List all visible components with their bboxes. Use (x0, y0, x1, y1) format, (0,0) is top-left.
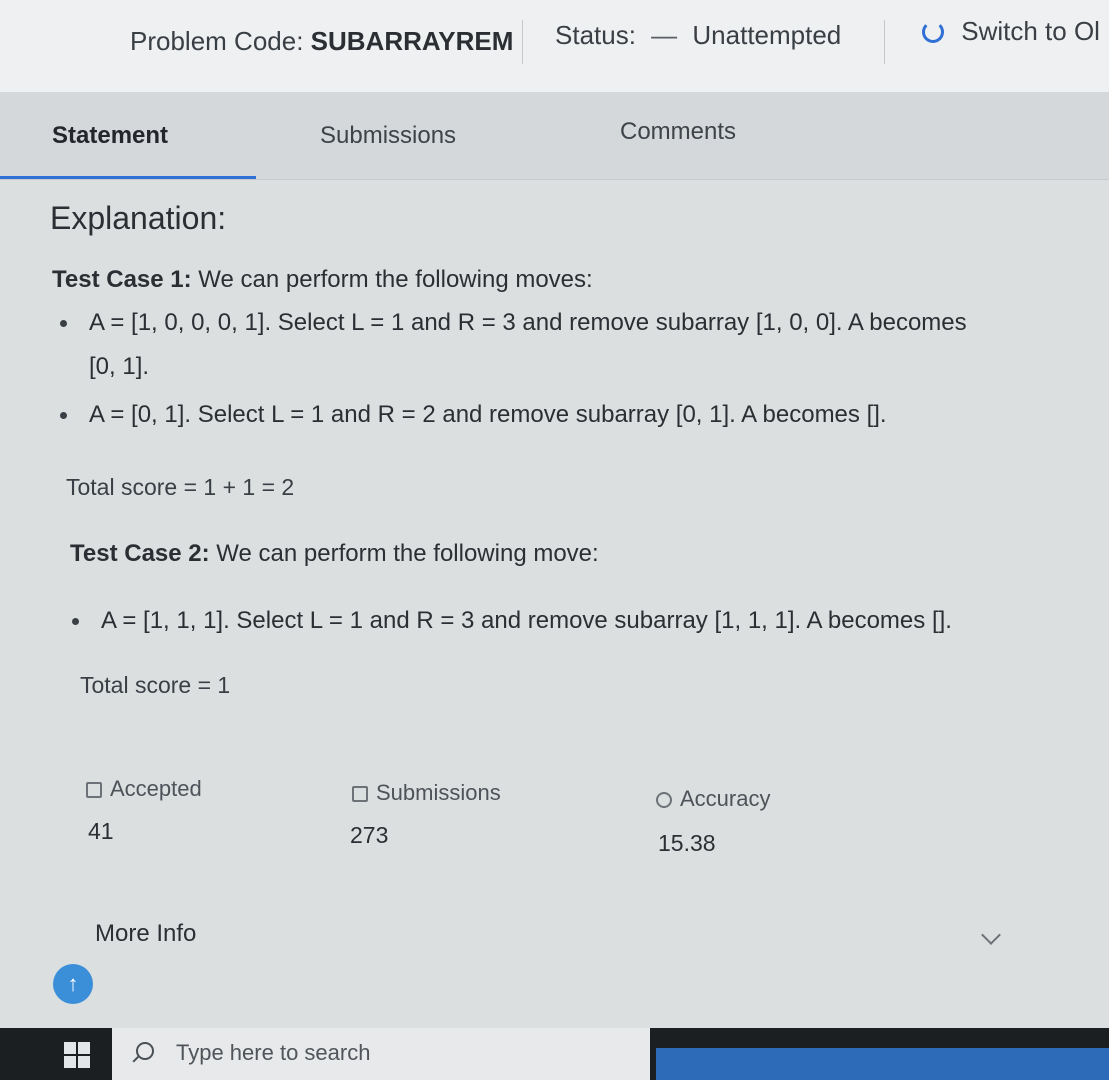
problem-header: Problem Code: SUBARRAYREM Status: — Unat… (0, 0, 1109, 92)
tab-submissions[interactable]: Submissions (320, 122, 456, 150)
accepted-count: 41 (88, 818, 114, 844)
accuracy-label: Accuracy (656, 786, 770, 812)
arrow-up-icon[interactable]: ↑ (53, 964, 93, 1004)
submissions-icon (352, 786, 368, 802)
problem-statement: Explanation: Test Case 1: We can perform… (0, 180, 1109, 1020)
taskbar-apps (656, 1048, 1109, 1080)
search-icon (136, 1042, 154, 1060)
accepted-label-text: Accepted (110, 776, 202, 801)
accepted-label: Accepted (86, 776, 202, 802)
bullet-icon (60, 320, 67, 328)
more-info-toggle[interactable]: More Info (95, 920, 196, 948)
tab-bar: Statement Submissions Comments (0, 92, 1109, 180)
taskbar: Type here to search (0, 1028, 1109, 1080)
list-item-continuation: [0, 1]. (89, 353, 150, 380)
status: Status: — Unattempted (555, 20, 841, 51)
divider (522, 20, 523, 64)
total-score: Total score = 1 (80, 672, 231, 698)
list-item-text: A = [0, 1]. Select L = 1 and R = 2 and r… (89, 401, 887, 428)
test-case-1-label: Test Case 1: (52, 266, 192, 293)
active-tab-indicator (0, 176, 256, 179)
accepted-icon (86, 782, 102, 798)
switch-button[interactable]: Switch to Ol (922, 16, 1100, 47)
refresh-icon (922, 21, 944, 43)
test-case-1-title: Test Case 1: We can perform the followin… (52, 266, 593, 294)
accuracy-label-text: Accuracy (680, 786, 771, 811)
status-label: Status: (555, 20, 636, 50)
bullet-icon (60, 412, 67, 420)
problem-code: Problem Code: SUBARRAYREM (130, 26, 513, 57)
accuracy-icon (656, 792, 672, 808)
divider (884, 20, 885, 64)
switch-label: Switch to Ol (961, 16, 1100, 46)
taskbar-search-input[interactable]: Type here to search (112, 1028, 650, 1080)
tab-comments[interactable]: Comments (620, 118, 736, 146)
submissions-label-text: Submissions (376, 780, 501, 805)
tab-statement[interactable]: Statement (52, 122, 168, 150)
list-item: A = [0, 1]. Select L = 1 and R = 2 and r… (60, 394, 887, 436)
test-case-1-intro: We can perform the following moves: (191, 266, 593, 293)
problem-code-label: Problem Code: (130, 26, 304, 56)
list-item-text: A = [1, 1, 1]. Select L = 1 and R = 3 an… (101, 607, 952, 634)
accuracy-value: 15.38 (658, 830, 716, 856)
test-case-2-intro: We can perform the following move: (209, 540, 599, 567)
status-dash: — (651, 20, 678, 50)
windows-start-icon[interactable] (64, 1042, 90, 1068)
chevron-down-icon[interactable] (981, 925, 1001, 945)
total-score: Total score = 1 + 1 = 2 (66, 474, 295, 500)
list-item-text: A = [1, 0, 0, 0, 1]. Select L = 1 and R … (89, 309, 967, 336)
submissions-count: 273 (350, 822, 389, 848)
list-item: A = [1, 1, 1]. Select L = 1 and R = 3 an… (72, 600, 952, 642)
test-case-2-title: Test Case 2: We can perform the followin… (70, 540, 599, 568)
status-value: Unattempted (692, 20, 842, 50)
search-placeholder: Type here to search (176, 1040, 371, 1065)
test-case-2-label: Test Case 2: (70, 540, 210, 567)
problem-code-value: SUBARRAYREM (310, 26, 514, 56)
submissions-label: Submissions (352, 780, 501, 806)
list-item: A = [1, 0, 0, 0, 1]. Select L = 1 and R … (60, 302, 967, 344)
explanation-heading: Explanation: (50, 200, 227, 236)
bullet-icon (72, 618, 79, 626)
